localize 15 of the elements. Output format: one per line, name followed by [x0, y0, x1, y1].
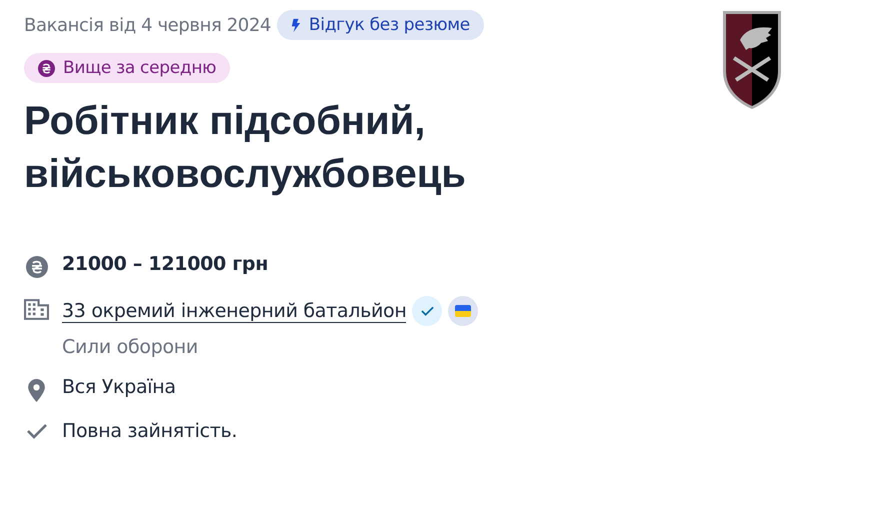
map-pin-icon: [28, 379, 45, 402]
employment-text: Повна зайнятість.: [62, 420, 238, 442]
hryvnia-icon: [26, 256, 48, 278]
building-icon: [24, 299, 49, 320]
company-link[interactable]: 33 окремий інженерний батальйон: [62, 300, 406, 322]
location-text: Вся Україна: [62, 376, 176, 398]
salary-text: 21000 – 121000 грн: [62, 253, 268, 275]
checkmark-icon: [26, 423, 48, 439]
salary-level-badge: Вище за середню: [24, 53, 230, 83]
company-category: Сили оборони: [62, 336, 199, 358]
quick-apply-badge: Відгук без резюме: [276, 10, 484, 40]
lightning-icon: [290, 18, 301, 32]
hryvnia-icon: [38, 60, 55, 76]
job-title: Робітник підсобний, військовослужбовець: [24, 98, 467, 198]
posted-date: Вакансія від 4 червня 2024: [24, 14, 271, 36]
